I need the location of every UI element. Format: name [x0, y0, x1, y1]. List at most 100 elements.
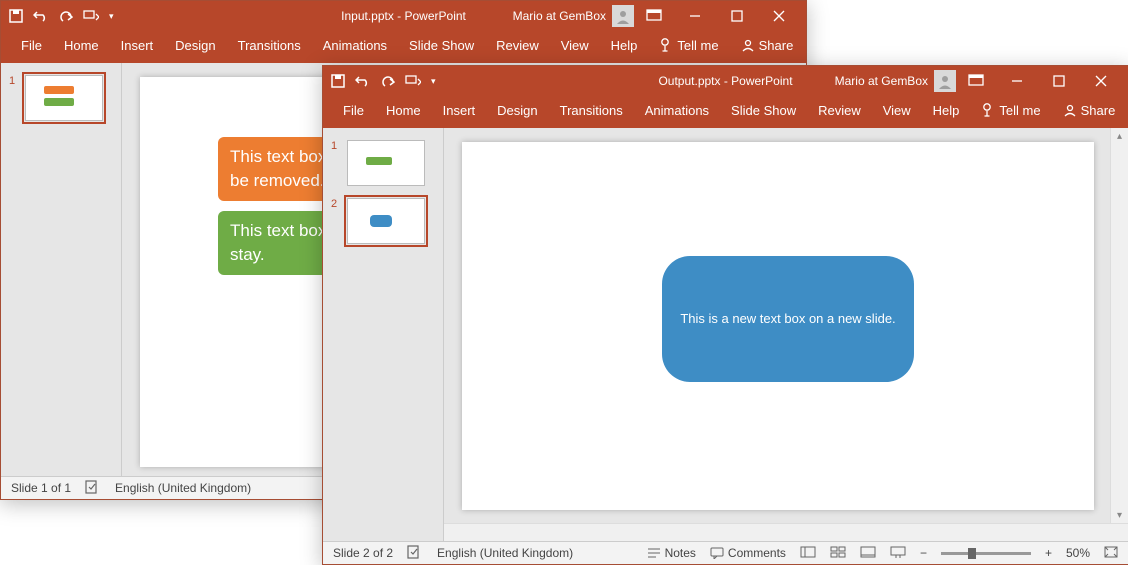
tab-home[interactable]: Home [64, 38, 99, 53]
qat-dropdown-icon[interactable]: ▾ [109, 11, 114, 22]
zoom-slider-knob[interactable] [968, 548, 976, 559]
tab-animations[interactable]: Animations [323, 38, 387, 53]
document-title: Output.pptx - PowerPoint [658, 74, 792, 88]
tab-slideshow[interactable]: Slide Show [409, 38, 474, 53]
slide-canvas[interactable]: This is a new text box on a new slide. [462, 142, 1094, 510]
ribbon-display-options-icon[interactable] [646, 8, 662, 25]
thumb-preview [25, 75, 103, 121]
ribbon-tabs: File Home Insert Design Transitions Anim… [323, 96, 1128, 128]
undo-icon[interactable] [33, 9, 49, 23]
undo-icon[interactable] [355, 74, 371, 88]
thumb-number: 2 [331, 198, 341, 210]
share-label: Share [759, 38, 794, 53]
close-button[interactable] [1080, 66, 1122, 96]
slide-counter[interactable]: Slide 2 of 2 [333, 546, 393, 560]
ribbon-display-options-icon[interactable] [968, 73, 984, 90]
share-button[interactable]: Share [1063, 103, 1116, 118]
window-controls [996, 66, 1122, 96]
slide-thumbnail-2[interactable]: 2 [323, 196, 443, 254]
save-icon[interactable] [9, 9, 23, 23]
tab-help[interactable]: Help [933, 103, 960, 118]
notes-button[interactable]: Notes [647, 546, 696, 560]
status-bar: Slide 2 of 2 English (United Kingdom) No… [323, 541, 1128, 564]
share-label: Share [1081, 103, 1116, 118]
start-from-beginning-icon[interactable] [405, 74, 421, 88]
tab-slideshow[interactable]: Slide Show [731, 103, 796, 118]
thumb-preview [347, 140, 425, 186]
powerpoint-window-output: ▾ Output.pptx - PowerPoint Mario at GemB… [322, 65, 1128, 565]
tab-insert[interactable]: Insert [121, 38, 154, 53]
start-from-beginning-icon[interactable] [83, 9, 99, 23]
save-icon[interactable] [331, 74, 345, 88]
tab-animations[interactable]: Animations [645, 103, 709, 118]
tell-me-search[interactable]: Tell me [659, 38, 718, 53]
tab-help[interactable]: Help [611, 38, 638, 53]
tell-me-label: Tell me [677, 38, 718, 53]
ribbon-tabs: File Home Insert Design Transitions Anim… [1, 31, 806, 63]
spellcheck-icon[interactable] [85, 480, 101, 497]
scroll-up-icon[interactable]: ▴ [1111, 128, 1128, 145]
user-name-label: Mario at GemBox [835, 74, 928, 88]
notes-label: Notes [665, 546, 696, 560]
thumb-number: 1 [9, 75, 19, 87]
titlebar: ▾ Input.pptx - PowerPoint Mario at GemBo… [1, 1, 806, 31]
share-button[interactable]: Share [741, 38, 794, 53]
minimize-button[interactable] [674, 1, 716, 31]
zoom-in-button[interactable]: + [1045, 546, 1052, 560]
quick-access-toolbar: ▾ [1, 9, 114, 23]
tab-design[interactable]: Design [497, 103, 537, 118]
language-status[interactable]: English (United Kingdom) [437, 546, 573, 560]
user-avatar-icon [612, 5, 634, 27]
tab-review[interactable]: Review [818, 103, 861, 118]
slide-thumbnail-pane[interactable]: 1 2 [323, 128, 444, 541]
tab-insert[interactable]: Insert [443, 103, 476, 118]
tab-file[interactable]: File [343, 103, 364, 118]
tab-transitions[interactable]: Transitions [560, 103, 623, 118]
zoom-slider[interactable] [941, 552, 1031, 555]
textbox-blue-text: This is a new text box on a new slide. [680, 310, 895, 328]
view-normal-icon[interactable] [800, 546, 816, 561]
tab-transitions[interactable]: Transitions [238, 38, 301, 53]
tab-design[interactable]: Design [175, 38, 215, 53]
document-title: Input.pptx - PowerPoint [341, 9, 466, 23]
slide-counter[interactable]: Slide 1 of 1 [11, 481, 71, 495]
user-account[interactable]: Mario at GemBox [513, 5, 634, 27]
tab-home[interactable]: Home [386, 103, 421, 118]
vertical-scrollbar[interactable]: ▴ ▾ ≡ [1110, 128, 1128, 541]
view-slideshow-icon[interactable] [890, 546, 906, 561]
textbox-orange-text: This text box be removed. [230, 145, 326, 193]
scroll-down-icon[interactable]: ▾ [1111, 507, 1128, 524]
user-account[interactable]: Mario at GemBox [835, 70, 956, 92]
user-name-label: Mario at GemBox [513, 9, 606, 23]
tell-me-search[interactable]: Tell me [981, 103, 1040, 118]
redo-icon[interactable] [59, 9, 73, 23]
tell-me-label: Tell me [999, 103, 1040, 118]
user-avatar-icon [934, 70, 956, 92]
tab-view[interactable]: View [883, 103, 911, 118]
zoom-level[interactable]: 50% [1066, 546, 1090, 560]
textbox-blue[interactable]: This is a new text box on a new slide. [662, 256, 914, 382]
fit-to-window-icon[interactable] [1104, 546, 1118, 561]
tab-view[interactable]: View [561, 38, 589, 53]
qat-dropdown-icon[interactable]: ▾ [431, 76, 436, 87]
comments-button[interactable]: Comments [710, 546, 786, 560]
minimize-button[interactable] [996, 66, 1038, 96]
horizontal-scrollbar[interactable] [444, 523, 1128, 541]
slide-thumbnail-1[interactable]: 1 [323, 138, 443, 196]
slide-thumbnail-1[interactable]: 1 [1, 73, 121, 131]
language-status[interactable]: English (United Kingdom) [115, 481, 251, 495]
view-reading-icon[interactable] [860, 546, 876, 561]
spellcheck-icon[interactable] [407, 545, 423, 562]
slide-thumbnail-pane[interactable]: 1 [1, 63, 122, 476]
tab-review[interactable]: Review [496, 38, 539, 53]
thumb-number: 1 [331, 140, 341, 152]
maximize-button[interactable] [1038, 66, 1080, 96]
slide-canvas-area: This is a new text box on a new slide. ▴… [444, 128, 1128, 541]
view-sorter-icon[interactable] [830, 546, 846, 561]
close-button[interactable] [758, 1, 800, 31]
redo-icon[interactable] [381, 74, 395, 88]
maximize-button[interactable] [716, 1, 758, 31]
tab-file[interactable]: File [21, 38, 42, 53]
zoom-out-button[interactable]: − [920, 546, 927, 560]
editor-area: 1 2 This is a new text box on a new slid… [323, 128, 1128, 541]
